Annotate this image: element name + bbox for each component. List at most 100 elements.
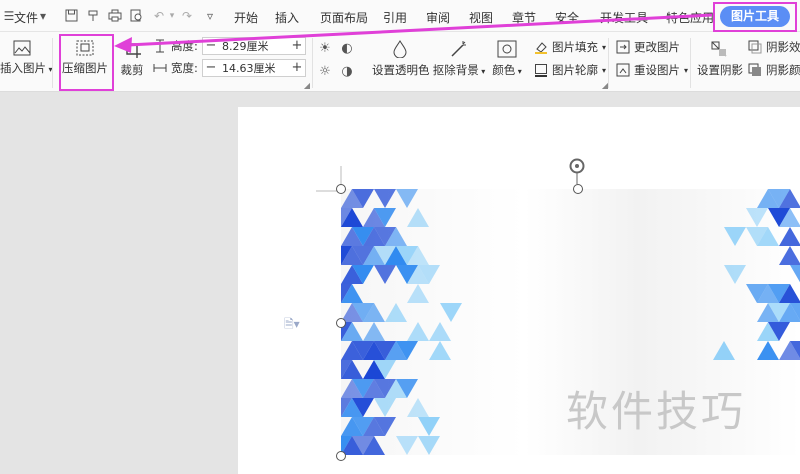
crop-icon: [123, 40, 141, 58]
droplet-icon: [393, 40, 407, 58]
chevron-down-icon[interactable]: ▾: [36, 9, 50, 23]
dropdown-arrow-icon: ▾: [478, 67, 486, 76]
reset-picture-button[interactable]: 重设图片 ▾: [616, 62, 688, 78]
decorative-triangle: [374, 265, 396, 284]
tab-developer-tools[interactable]: 开发工具: [600, 9, 648, 26]
change-picture-label: 更改图片: [634, 40, 680, 54]
decorative-triangle: [713, 341, 735, 360]
picture-outline-button[interactable]: 图片轮廓 ▾: [534, 62, 606, 78]
shadow-color-label: 阴影颜色: [766, 63, 800, 77]
width-icon: [153, 64, 167, 72]
separator: [52, 38, 53, 88]
decorative-triangle: [418, 436, 440, 455]
tab-sections[interactable]: 章节: [512, 9, 536, 26]
redo-icon[interactable]: ↷: [180, 9, 194, 23]
crop-button[interactable]: 裁剪: [118, 40, 146, 78]
outline-icon: [535, 64, 547, 77]
tab-page-layout[interactable]: 页面布局: [320, 9, 368, 26]
color-label: 颜色: [492, 63, 516, 77]
tab-special-apps[interactable]: 特色应用: [666, 9, 714, 26]
print-icon[interactable]: [108, 9, 122, 23]
brightness-up-icon[interactable]: ☀: [318, 42, 332, 56]
set-transparent-color-button[interactable]: 设置透明色: [372, 40, 430, 78]
size-dialog-launcher-icon[interactable]: ◢: [300, 79, 314, 93]
bottom-left-handle[interactable]: [336, 451, 346, 461]
picture-color-icon: [497, 40, 517, 58]
top-left-handle[interactable]: [336, 184, 346, 194]
decorative-triangle: [440, 303, 462, 322]
change-picture-button[interactable]: 更改图片: [616, 39, 680, 55]
height-label: 高度:: [171, 39, 198, 53]
set-shadow-label: 设置阴影: [697, 63, 743, 77]
format-painter-icon[interactable]: [86, 9, 100, 23]
style-dialog-launcher-icon[interactable]: ◢: [598, 79, 612, 93]
dropdown-arrow-icon: ▾: [515, 67, 522, 76]
dropdown-arrow-icon: ▾: [602, 65, 607, 75]
width-increase-button[interactable]: +: [289, 60, 305, 76]
compress-button-highlight: [59, 34, 114, 91]
height-decrease-button[interactable]: −: [203, 38, 219, 54]
reset-picture-icon: [616, 63, 630, 77]
remove-background-label: 抠除背景: [432, 63, 479, 77]
remove-background-button[interactable]: 抠除背景 ▾: [432, 40, 486, 78]
height-icon: [156, 39, 164, 53]
height-spinner[interactable]: − 8.29厘米 +: [202, 37, 306, 55]
brightness-down-icon[interactable]: ☼: [318, 65, 332, 79]
width-label: 宽度:: [171, 61, 198, 75]
decorative-triangle: [429, 341, 451, 360]
picture-fill-label: 图片填充: [552, 40, 598, 54]
shadow-color-button[interactable]: 阴影颜色: [748, 62, 800, 78]
decorative-triangle: [724, 265, 746, 284]
undo-dropdown-icon[interactable]: ▾: [165, 9, 179, 23]
contrast-down-icon[interactable]: ◑: [340, 65, 354, 79]
save-icon[interactable]: [64, 9, 78, 23]
tab-insert[interactable]: 插入: [275, 9, 299, 26]
middle-left-handle[interactable]: [336, 318, 346, 328]
decorative-triangle: [396, 189, 418, 208]
height-increase-button[interactable]: +: [289, 38, 305, 54]
reset-picture-label: 重设图片: [634, 63, 680, 77]
shadow-icon: [711, 41, 727, 57]
decorative-triangle: [746, 208, 768, 227]
decorative-triangle: [396, 436, 418, 455]
file-menu[interactable]: 文件: [14, 9, 38, 26]
color-button[interactable]: 颜色 ▾: [490, 40, 524, 78]
picture-outline-label: 图片轮廓: [552, 63, 598, 77]
tab-review[interactable]: 审阅: [426, 9, 450, 26]
decorative-triangle: [407, 322, 429, 341]
print-preview-icon[interactable]: [129, 9, 143, 23]
shadow-color-icon: [748, 63, 761, 76]
decorative-triangle: [374, 189, 396, 208]
change-picture-icon: [616, 40, 630, 54]
height-input[interactable]: 8.29厘米: [219, 38, 289, 54]
tab-view[interactable]: 视图: [469, 9, 493, 26]
contrast-up-icon[interactable]: ◐: [340, 42, 354, 56]
width-input[interactable]: 14.63厘米: [219, 60, 289, 76]
decorative-triangle: [790, 265, 800, 283]
picture-fill-button[interactable]: 图片填充 ▾: [534, 39, 606, 55]
dropdown-arrow-icon: ▾: [602, 42, 607, 52]
undo-icon[interactable]: ↶: [152, 9, 166, 23]
menu-bar: ☰ 文件 ▾ ↶ ▾ ↷ ▿ 开始 插入 页面布局 引用 审阅 视图 章节 安全…: [0, 0, 800, 32]
width-spinner[interactable]: − 14.63厘米 +: [202, 59, 306, 77]
customize-toolbar-icon[interactable]: ▿: [203, 9, 217, 23]
decorative-triangle: [407, 208, 429, 227]
tab-references[interactable]: 引用: [383, 9, 407, 26]
paragraph-options-icon[interactable]: 🗎▾: [284, 315, 300, 336]
active-tab-highlight: [713, 2, 797, 32]
ribbon-toolbar: 插入图片 ▾ 压缩图片 裁剪 高度: − 8.29厘米 + 宽度: − 14.6…: [0, 32, 800, 92]
shadow-effect-icon: [748, 40, 762, 54]
tab-security[interactable]: 安全: [555, 9, 579, 26]
width-decrease-button[interactable]: −: [203, 60, 219, 76]
decorative-triangle: [757, 341, 779, 360]
decorative-triangle: [374, 398, 396, 417]
insert-picture-button[interactable]: 插入图片 ▾: [0, 40, 53, 76]
insert-picture-label: 插入图片: [0, 61, 46, 75]
picture-icon: [13, 40, 31, 56]
set-shadow-button[interactable]: 设置阴影: [697, 40, 743, 78]
shadow-effect-button[interactable]: 阴影效果: [748, 39, 800, 55]
magic-wand-icon: [451, 41, 466, 57]
top-center-handle[interactable]: [573, 184, 583, 194]
tab-start[interactable]: 开始: [234, 9, 258, 26]
decorative-triangle: [724, 227, 746, 246]
